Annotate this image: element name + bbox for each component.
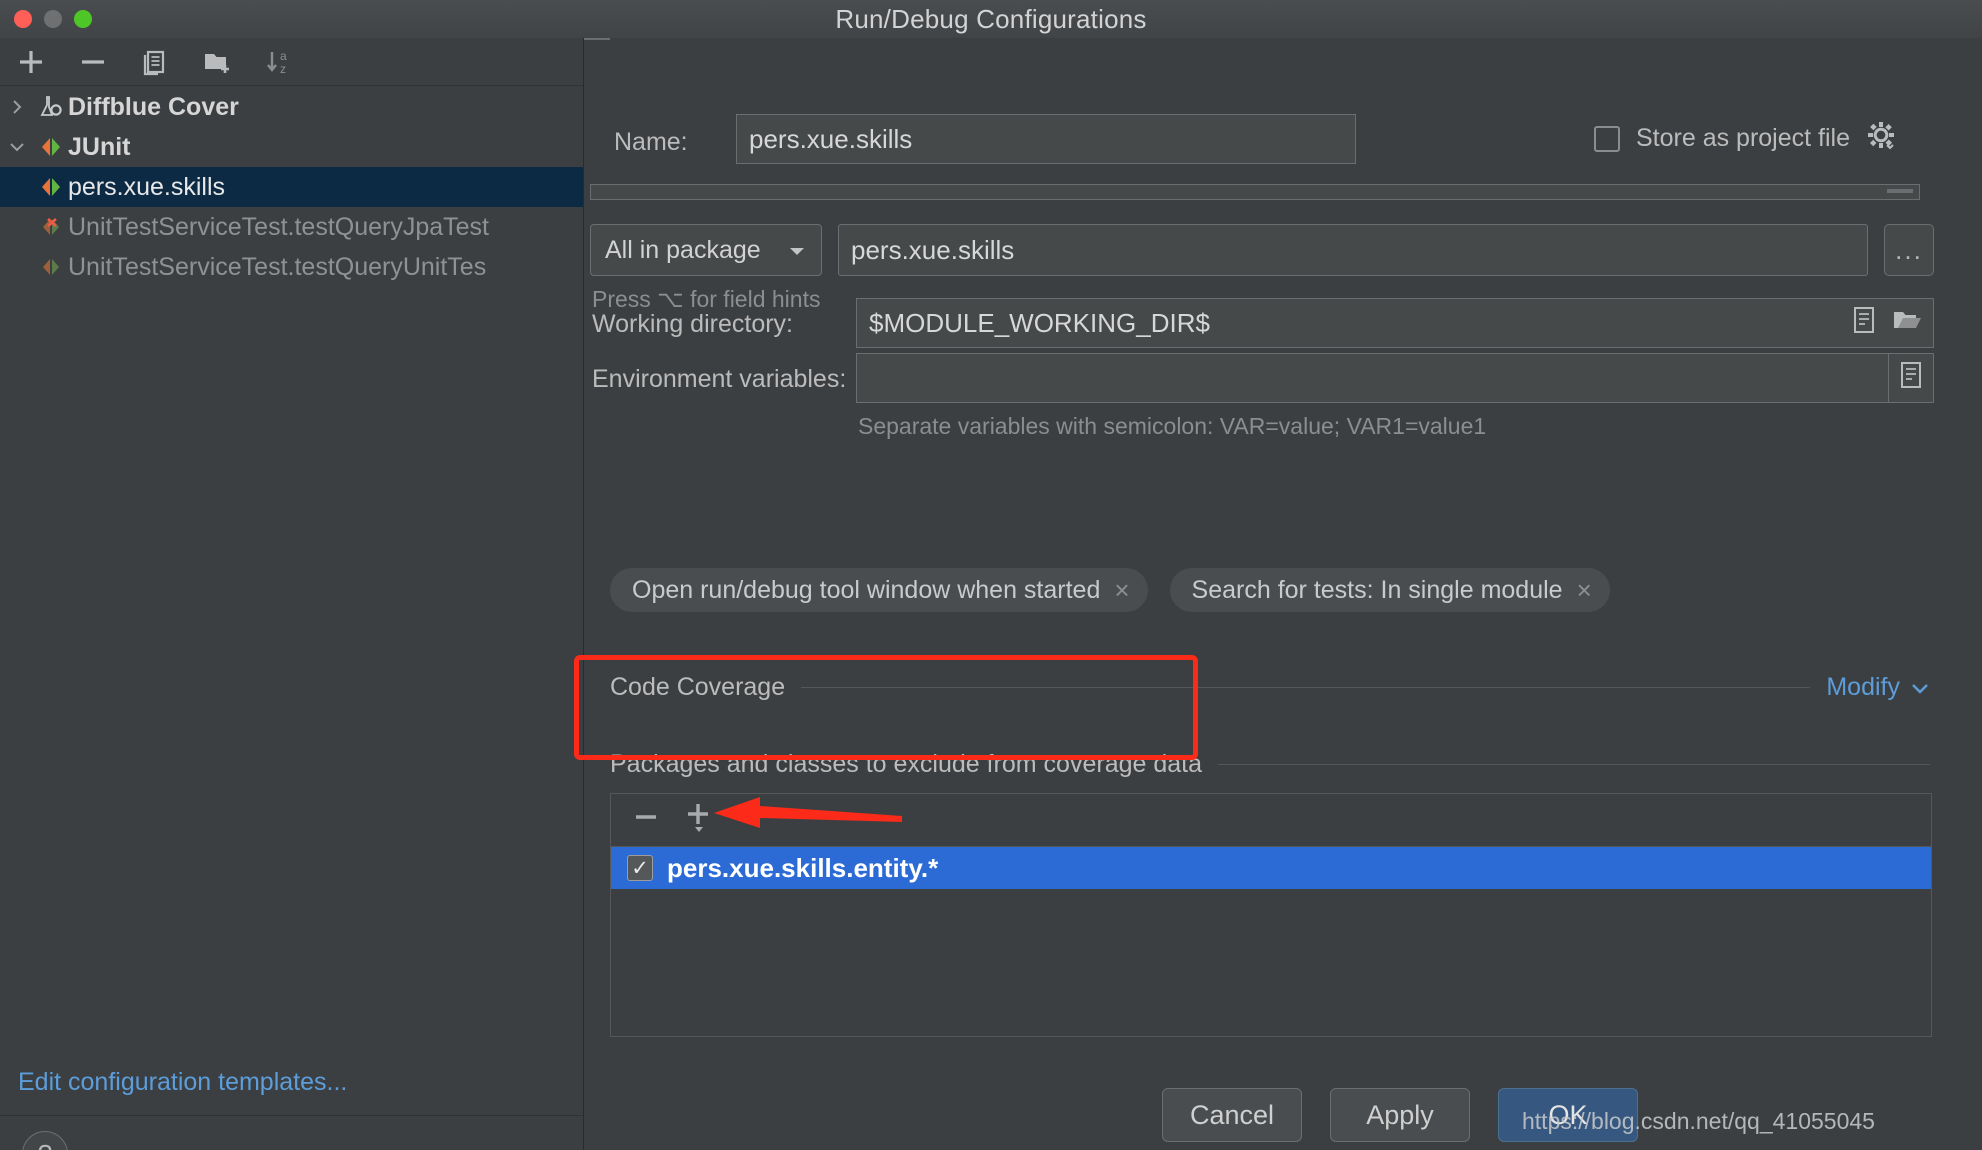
tree-item-label: pers.xue.skills [68,172,225,201]
tree-item-junit[interactable]: JUnit [0,127,583,167]
chevron-right-icon[interactable] [0,98,34,116]
gear-icon[interactable] [1866,120,1896,157]
exclude-list-toolbar [610,793,1932,847]
window-title: Run/Debug Configurations [835,3,1147,34]
tree-item-test-query-unit[interactable]: UnitTestServiceTest.testQueryUnitTes [0,247,583,287]
configuration-editor-panel: Name: pers.xue.skills Store as project f… [574,38,1982,1073]
chip-label: Search for tests: In single module [1191,575,1563,604]
junit-icon [34,135,68,159]
tree-item-label: JUnit [68,132,131,161]
sidebar-divider [0,1115,583,1116]
code-coverage-section-header: Code Coverage Modify [610,673,1930,702]
configurations-sidebar: a z Diffblue Cover JUnit pers.xue.skills… [0,38,584,1150]
minimize-button[interactable] [44,10,62,28]
window-controls [14,10,92,28]
package-input[interactable]: pers.xue.skills [838,224,1868,276]
test-kind-value: All in package [605,235,761,264]
folder-icon[interactable] [1892,308,1922,339]
chevron-down-icon[interactable] [0,138,34,156]
remove-configuration-button[interactable] [76,45,110,79]
chip-search-for-tests[interactable]: Search for tests: In single module × [1169,568,1610,612]
section-divider [1218,764,1930,765]
pattern-checkbox[interactable]: ✓ [627,855,653,881]
tree-item-label: Diffblue Cover [68,92,239,121]
package-browse-button[interactable]: ... [1884,224,1934,276]
remove-pattern-button[interactable] [631,802,661,839]
name-label: Name: [614,128,688,156]
macro-icon[interactable] [1852,306,1876,341]
chevron-down-icon [787,236,807,265]
sort-alphabetical-button[interactable]: a z [262,45,296,79]
zoom-button[interactable] [74,10,92,28]
folder-add-button[interactable] [200,45,234,79]
copy-configuration-button[interactable] [138,45,172,79]
field-hints-text: Press ⌥ for field hints [592,286,821,312]
environment-variables-input[interactable] [856,353,1934,403]
working-directory-label: Working directory: [592,310,793,338]
junit-icon [34,175,68,199]
name-input[interactable]: pers.xue.skills [736,114,1356,164]
junit-dim-icon [34,255,68,279]
add-configuration-button[interactable] [14,45,48,79]
tree-item-label: UnitTestServiceTest.testQueryUnitTes [68,252,487,281]
tree-item-pers-xue-skills[interactable]: pers.xue.skills [0,167,583,207]
environment-variables-label: Environment variables: [592,365,847,393]
working-directory-input[interactable]: $MODULE_WORKING_DIR$ [856,298,1934,348]
modify-link[interactable]: Modify [1826,673,1930,702]
add-pattern-button[interactable] [683,800,713,841]
configurations-tree[interactable]: Diffblue Cover JUnit pers.xue.skills Uni… [0,87,583,287]
edit-configuration-templates-link[interactable]: Edit configuration templates... [18,1068,347,1097]
exclude-section-header: Packages and classes to exclude from cov… [610,750,1930,779]
svg-text:a: a [280,49,287,63]
tree-item-diffblue-cover[interactable]: Diffblue Cover [0,87,583,127]
diffblue-icon [34,94,68,120]
environment-variables-macro-button[interactable] [1888,353,1934,403]
cancel-button[interactable]: Cancel [1162,1088,1302,1142]
scroll-thumb[interactable] [1887,189,1913,193]
run-debug-configurations-dialog: Run/Debug Configurations a z Diffblue Co… [0,0,1982,1150]
window-title-bar: Run/Debug Configurations [0,0,1982,39]
pattern-label: pers.xue.skills.entity.* [667,852,939,883]
help-button[interactable]: ? [22,1131,68,1150]
svg-text:z: z [280,62,286,76]
code-coverage-highlight-annotation [574,655,1198,760]
chip-open-run-debug-tool-window[interactable]: Open run/debug tool window when started … [610,568,1148,612]
apply-button[interactable]: Apply [1330,1088,1470,1142]
dialog-footer: Cancel Apply OK [584,1074,1982,1150]
test-kind-combo[interactable]: All in package [590,224,822,276]
macro-icon[interactable] [1899,361,1923,396]
chip-label: Open run/debug tool window when started [632,575,1101,604]
section-divider [801,687,1811,688]
tree-item-test-query-jpa[interactable]: UnitTestServiceTest.testQueryJpaTest [0,207,583,247]
close-button[interactable] [14,10,32,28]
exclude-pattern-list[interactable]: ✓ pers.xue.skills.entity.* [610,847,1932,1037]
chevron-down-icon [1910,673,1930,702]
working-directory-buttons[interactable] [1840,298,1934,348]
close-icon[interactable]: × [1114,577,1129,603]
tree-item-label: UnitTestServiceTest.testQueryJpaTest [68,212,489,241]
store-as-project-file-row[interactable]: Store as project file [1594,120,1896,157]
ok-button[interactable]: OK [1498,1088,1638,1142]
modify-label: Modify [1826,673,1900,701]
close-icon[interactable]: × [1577,577,1592,603]
junit-failed-icon [34,215,68,239]
option-chips: Open run/debug tool window when started … [610,568,1610,612]
store-as-project-file-checkbox[interactable] [1594,125,1620,152]
scroll-region-top[interactable] [590,184,1920,200]
store-as-project-file-label: Store as project file [1636,124,1850,152]
environment-variables-hint: Separate variables with semicolon: VAR=v… [858,413,1487,439]
code-coverage-title: Code Coverage [610,673,786,701]
list-item[interactable]: ✓ pers.xue.skills.entity.* [611,847,1931,889]
exclude-title: Packages and classes to exclude from cov… [610,750,1203,778]
sidebar-toolbar: a z [0,38,583,86]
